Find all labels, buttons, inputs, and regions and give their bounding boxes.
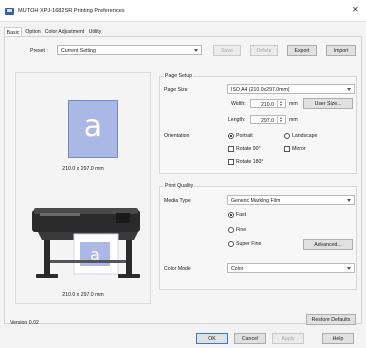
- paper-preview-letter: a: [83, 109, 103, 144]
- length-spinbox[interactable]: 297.0: [250, 115, 286, 124]
- paper-preview: a: [68, 100, 118, 158]
- preset-label: Preset :: [30, 48, 48, 54]
- media-type-value: Generic Marking Film: [231, 198, 281, 204]
- version-text: Version 0.02: [10, 320, 39, 326]
- chevron-down-icon: [347, 88, 351, 91]
- spin-updown-icon[interactable]: [277, 116, 285, 123]
- fine-label: Fine: [236, 227, 247, 233]
- delete-preset-button[interactable]: Delete: [250, 45, 278, 56]
- printer-image: a: [32, 208, 140, 278]
- chevron-down-icon: [194, 49, 198, 52]
- page-size-value: ISO A4 (210.0x297.0mm): [231, 87, 290, 93]
- orientation-label: Orientation: [164, 133, 190, 139]
- rotate-90-label: Rotate 90°: [236, 146, 261, 152]
- landscape-radio[interactable]: [284, 133, 290, 139]
- ok-button[interactable]: OK: [196, 333, 228, 344]
- save-preset-button[interactable]: Save: [213, 45, 241, 56]
- restore-defaults-button[interactable]: Restore Defaults: [306, 314, 356, 325]
- printing-preferences-window: MUTOH XPJ-1682SR Printing Preferences ✕ …: [0, 0, 366, 348]
- import-preset-button[interactable]: Import: [326, 45, 356, 56]
- apply-button[interactable]: Apply: [272, 333, 304, 344]
- fast-label: Fast: [236, 212, 247, 218]
- mirror-label: Mirror: [292, 146, 306, 152]
- window-title: MUTOH XPJ-1682SR Printing Preferences: [18, 8, 125, 14]
- title-bar: MUTOH XPJ-1682SR Printing Preferences ✕: [0, 0, 366, 22]
- page-size-select[interactable]: ISO A4 (210.0x297.0mm): [227, 84, 355, 94]
- preset-select[interactable]: Current Setting: [57, 45, 202, 55]
- rotate-180-label: Rotate 180°: [236, 159, 264, 165]
- length-unit: mm: [289, 117, 298, 123]
- width-value: 210.0: [261, 101, 274, 108]
- fine-radio[interactable]: [228, 227, 234, 233]
- print-quality-title: Print Quality: [164, 183, 195, 189]
- paper-size-text: 210.0 x 297.0 mm: [62, 166, 104, 172]
- chevron-down-icon: [347, 199, 351, 202]
- color-mode-label: Color Mode: [164, 266, 191, 272]
- spin-updown-icon[interactable]: [277, 100, 285, 107]
- user-size-button[interactable]: User Size...: [303, 98, 353, 109]
- help-button[interactable]: Help: [322, 333, 354, 344]
- fast-radio[interactable]: [228, 212, 234, 218]
- export-preset-button[interactable]: Export: [287, 45, 317, 56]
- width-unit: mm: [289, 101, 298, 107]
- length-label: Length:: [228, 117, 246, 123]
- rotate-90-checkbox[interactable]: [228, 146, 234, 152]
- media-type-label: Media Type: [164, 198, 191, 204]
- width-label: Width:: [231, 101, 246, 107]
- chevron-down-icon: [347, 267, 351, 270]
- printer-app-icon: [5, 8, 14, 15]
- preset-value: Current Setting: [61, 48, 96, 54]
- media-type-select[interactable]: Generic Marking Film: [227, 195, 355, 205]
- super-fine-radio[interactable]: [228, 241, 234, 247]
- landscape-label: Landscape: [292, 133, 318, 139]
- page-setup-title: Page Setup: [164, 73, 194, 79]
- portrait-label: Portrait: [236, 133, 253, 139]
- super-fine-label: Super Fine: [236, 241, 262, 247]
- portrait-radio[interactable]: [228, 133, 234, 139]
- color-mode-value: Color: [231, 266, 244, 272]
- mirror-checkbox[interactable]: [284, 146, 290, 152]
- advanced-button[interactable]: Advanced...: [303, 239, 353, 250]
- length-value: 297.0: [261, 117, 274, 124]
- color-mode-select[interactable]: Color: [227, 263, 355, 273]
- cancel-button[interactable]: Cancel: [234, 333, 266, 344]
- width-spinbox[interactable]: 210.0: [250, 99, 286, 108]
- close-icon[interactable]: ✕: [352, 6, 359, 14]
- page-size-label: Page Size: [164, 87, 188, 93]
- rotate-180-checkbox[interactable]: [228, 159, 234, 165]
- printer-size-text: 210.0 x 297.0 mm: [62, 292, 104, 298]
